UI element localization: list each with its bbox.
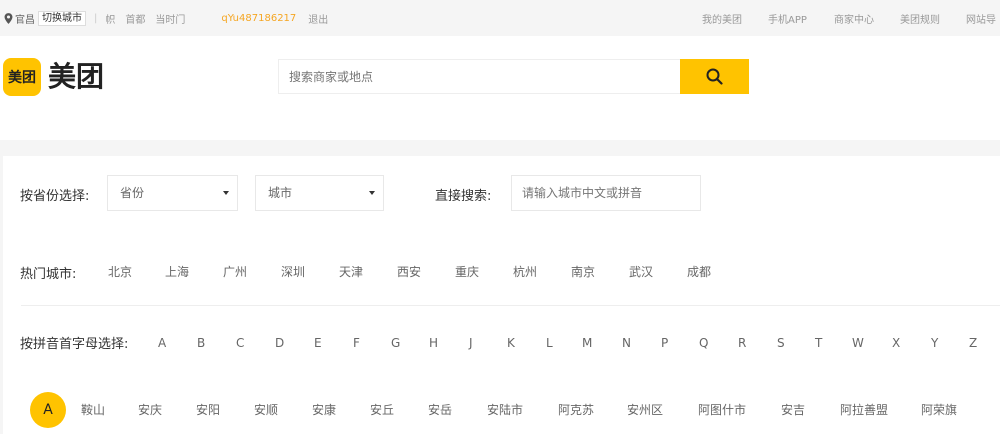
pinyin-letter-link[interactable]: N xyxy=(622,336,631,350)
pinyin-select-label: 按拼音首字母选择: xyxy=(20,337,129,352)
pinyin-letter-link[interactable]: M xyxy=(582,336,592,350)
pinyin-letter-link[interactable]: F xyxy=(353,336,360,350)
city-select-value: 城市 xyxy=(268,186,293,200)
direct-search-label: 直接搜索: xyxy=(435,189,492,204)
hot-city-link[interactable]: 重庆 xyxy=(455,263,479,280)
city-select[interactable]: 城市 xyxy=(255,175,384,211)
site-nav-link[interactable]: 网站导 xyxy=(966,11,996,26)
pinyin-letter-link[interactable]: A xyxy=(158,336,166,350)
search-icon xyxy=(706,68,723,85)
pinyin-letter-link[interactable]: G xyxy=(391,336,400,350)
pinyin-letter-link[interactable]: D xyxy=(275,336,284,350)
pinyin-letter-link[interactable]: R xyxy=(738,336,746,350)
hot-city-link[interactable]: 深圳 xyxy=(281,263,305,280)
city-link[interactable]: 安康 xyxy=(312,401,336,418)
section-divider xyxy=(21,305,1000,306)
pinyin-letter-link[interactable]: P xyxy=(661,336,668,350)
city-link[interactable]: 阿图什市 xyxy=(698,401,746,418)
pinyin-letter-link[interactable]: C xyxy=(236,336,244,350)
letter-a-badge: A xyxy=(30,392,66,428)
hot-city-link[interactable]: 天津 xyxy=(339,263,363,280)
province-select-label: 按省份选择: xyxy=(20,189,90,204)
pinyin-letter-link[interactable]: W xyxy=(852,336,864,350)
pinyin-letter-link[interactable]: Q xyxy=(699,336,708,350)
rules-link[interactable]: 美团规则 xyxy=(900,11,940,26)
city-link[interactable]: 安岳 xyxy=(428,401,452,418)
top-utility-bar: 官昌 切换城市 | 帜 首都 当时门 qYu487186217 退出 我的美团 … xyxy=(0,0,1000,36)
city-link[interactable]: 安州区 xyxy=(627,401,663,418)
province-select-value: 省份 xyxy=(120,186,145,200)
province-select[interactable]: 省份 xyxy=(107,175,238,211)
pinyin-letter-link[interactable]: T xyxy=(815,336,822,350)
pinyin-letter-link[interactable]: E xyxy=(314,336,322,350)
city-link[interactable]: 安陆市 xyxy=(487,401,523,418)
mobile-app-link[interactable]: 手机APP xyxy=(768,11,807,26)
hot-city-link[interactable]: 成都 xyxy=(687,263,711,280)
city-link[interactable]: 阿克苏 xyxy=(558,401,594,418)
pinyin-letter-link[interactable]: Z xyxy=(969,336,977,350)
pinyin-letter-link[interactable]: K xyxy=(507,336,515,350)
chevron-down-icon xyxy=(369,191,375,195)
pinyin-letter-link[interactable]: H xyxy=(429,336,438,350)
city-link[interactable]: 安吉 xyxy=(781,401,805,418)
pinyin-letter-link[interactable]: J xyxy=(469,336,473,350)
search-button[interactable] xyxy=(680,59,749,94)
city-link[interactable]: 阿拉善盟 xyxy=(840,401,888,418)
chevron-down-icon xyxy=(223,191,229,195)
my-meituan-link[interactable]: 我的美团 xyxy=(702,11,742,26)
hot-city-link[interactable]: 北京 xyxy=(108,263,132,280)
search-input[interactable] xyxy=(278,59,680,94)
merchant-center-link[interactable]: 商家中心 xyxy=(834,11,874,26)
hot-city-link[interactable]: 上海 xyxy=(165,263,189,280)
hot-city-link[interactable]: 武汉 xyxy=(629,263,653,280)
hot-city-link[interactable]: 西安 xyxy=(397,263,421,280)
pinyin-letter-link[interactable]: S xyxy=(777,336,785,350)
city-link[interactable]: 安丘 xyxy=(370,401,394,418)
pinyin-letter-link[interactable]: B xyxy=(197,336,205,350)
city-selection-panel: 按省份选择: 省份 城市 直接搜索: 热门城市: 北京 上海 广州 深圳 天津 … xyxy=(3,156,1000,434)
logo-mark[interactable]: 美团 xyxy=(3,58,41,96)
pinyin-letter-link[interactable]: Y xyxy=(931,336,938,350)
hot-city-link[interactable]: 南京 xyxy=(571,263,595,280)
city-link[interactable]: 安庆 xyxy=(138,401,162,418)
pinyin-letter-link[interactable]: L xyxy=(546,336,553,350)
hot-city-link[interactable]: 广州 xyxy=(223,263,247,280)
city-link[interactable]: 安顺 xyxy=(254,401,278,418)
logo-text[interactable]: 美团 xyxy=(48,58,104,96)
city-link[interactable]: 安阳 xyxy=(196,401,220,418)
hot-cities-label: 热门城市: xyxy=(20,267,77,282)
city-link[interactable]: 阿荣旗 xyxy=(921,401,957,418)
pinyin-letter-link[interactable]: X xyxy=(892,336,900,350)
header: 美团 美团 xyxy=(0,36,1000,140)
topbar-right-links: 我的美团 手机APP 商家中心 美团规则 网站导 xyxy=(0,11,1000,26)
city-link[interactable]: 鞍山 xyxy=(81,401,105,418)
city-search-input[interactable] xyxy=(511,175,701,211)
hot-city-link[interactable]: 杭州 xyxy=(513,263,537,280)
